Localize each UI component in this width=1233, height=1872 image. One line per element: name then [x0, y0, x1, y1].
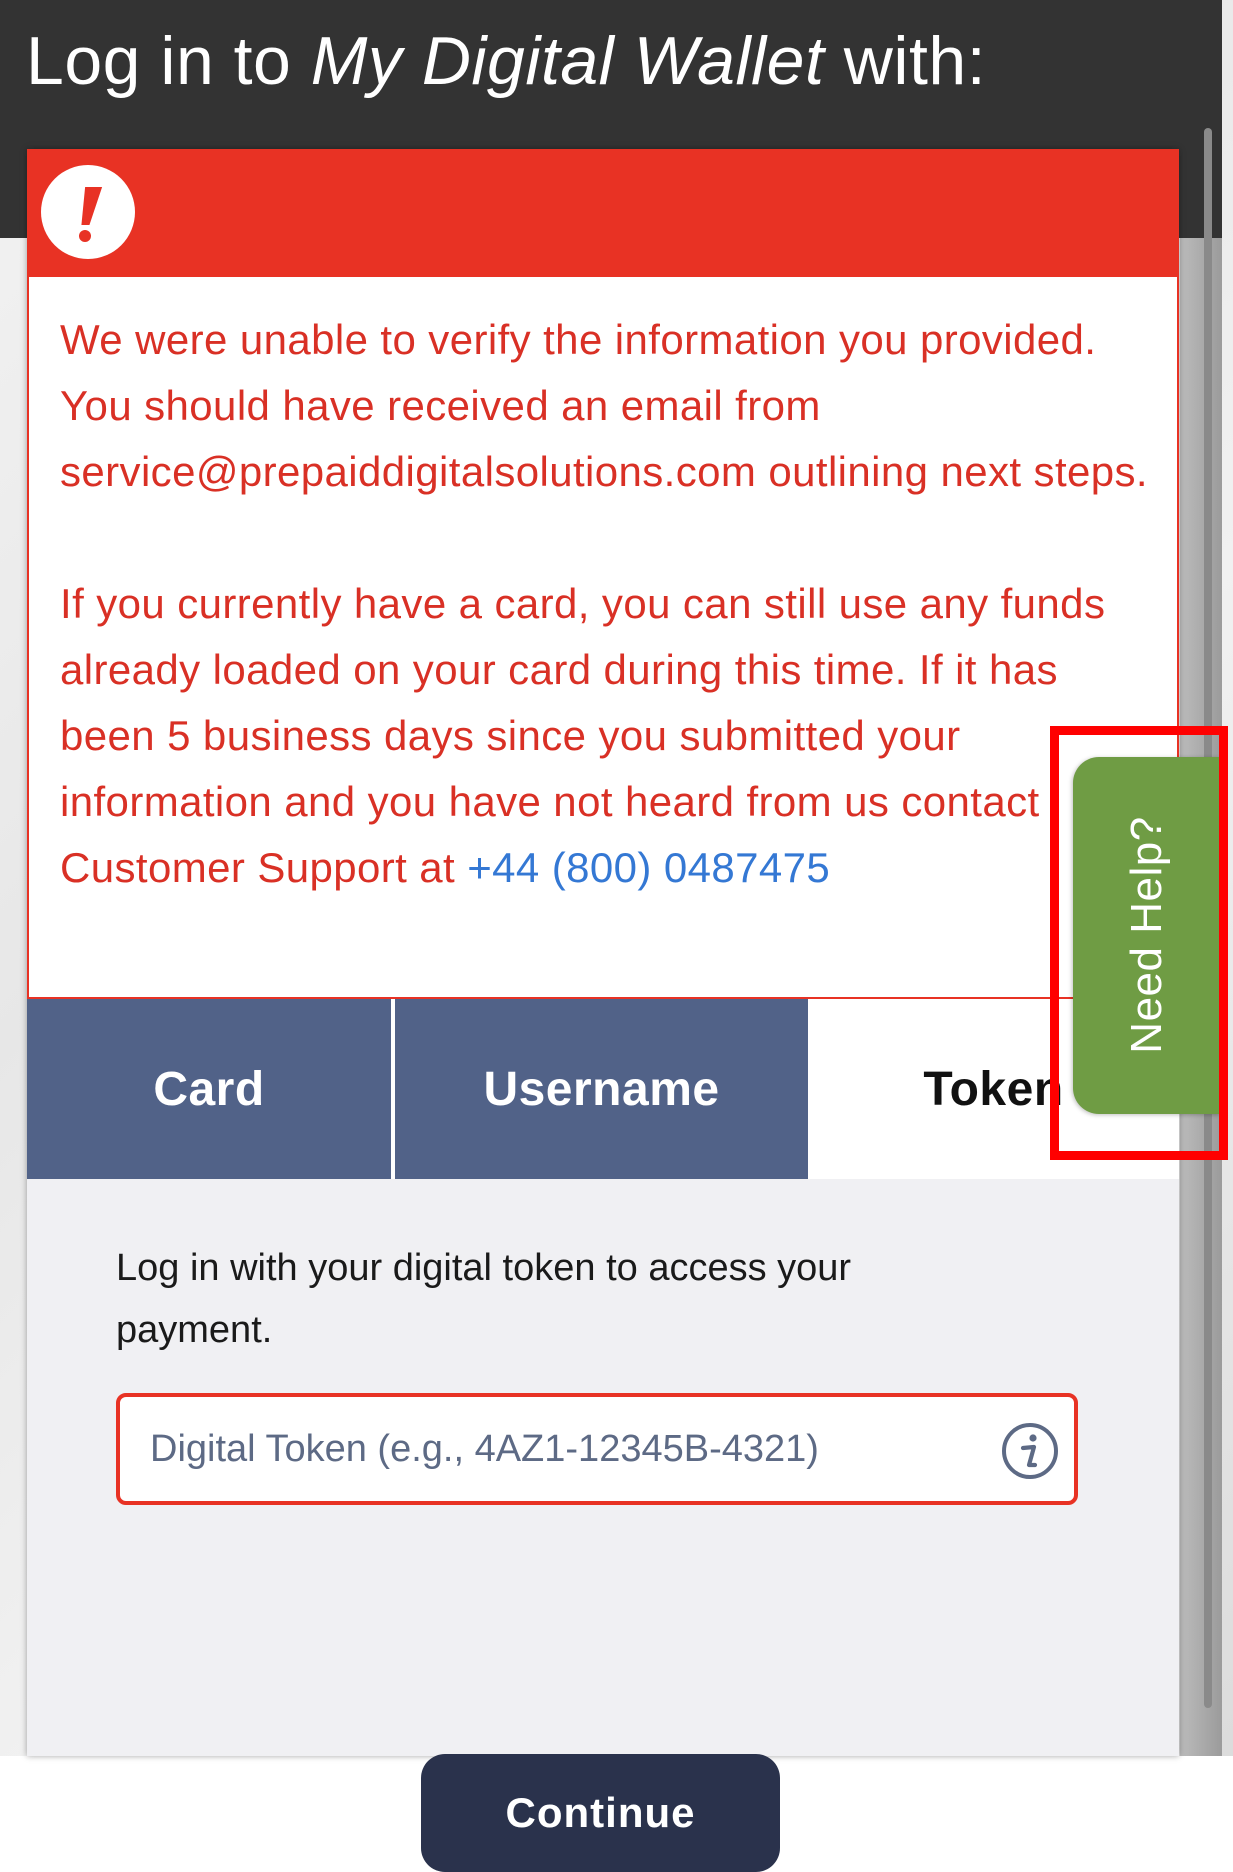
exclamation-icon — [41, 165, 135, 259]
tab-username[interactable]: Username — [395, 999, 808, 1179]
digital-token-input[interactable] — [150, 1397, 970, 1501]
error-alert-header — [27, 149, 1179, 277]
continue-button[interactable]: Continue — [421, 1754, 780, 1872]
error-message-paragraph-2: If you currently have a card, you can st… — [60, 571, 1155, 901]
support-phone-link[interactable]: +44 (800) 0487475 — [467, 844, 830, 891]
page-title-brand: My Digital Wallet — [310, 23, 825, 99]
error-alert-body: We were unable to verify the information… — [27, 277, 1179, 999]
digital-token-field — [116, 1393, 1078, 1505]
error-message-paragraph-1: We were unable to verify the information… — [60, 316, 1148, 495]
need-help-highlight-box — [1050, 726, 1228, 1160]
tab-card[interactable]: Card — [27, 999, 391, 1179]
page-title-prefix: Log in to — [26, 23, 311, 99]
page-title-suffix: with: — [824, 23, 987, 99]
token-login-panel: Log in with your digital token to access… — [27, 1179, 1179, 1872]
login-method-tabs: Card Username Token — [27, 999, 1179, 1179]
token-intro-text: Log in with your digital token to access… — [116, 1247, 852, 1351]
error-message: We were unable to verify the information… — [60, 307, 1155, 901]
info-icon[interactable] — [1000, 1421, 1060, 1481]
login-card: We were unable to verify the information… — [27, 149, 1179, 1872]
page-title: Log in to My Digital Wallet with: — [26, 22, 986, 100]
